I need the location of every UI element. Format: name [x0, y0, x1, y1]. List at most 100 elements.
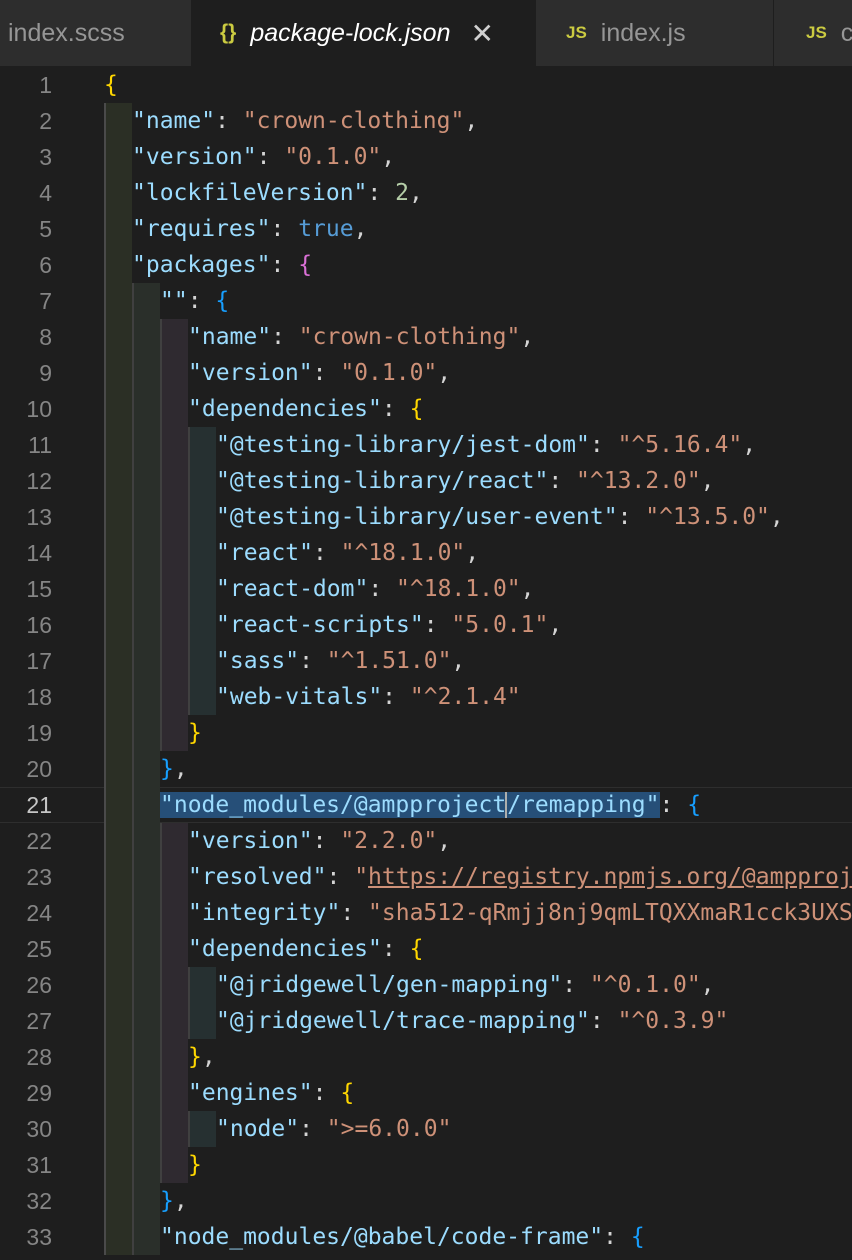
code-text: }, — [160, 1183, 188, 1219]
code-text: "dependencies": { — [188, 931, 423, 967]
code-line[interactable]: 8 "name": "crown-clothing", — [0, 319, 852, 355]
indent-guide — [132, 823, 160, 859]
code-token: } — [160, 756, 174, 782]
code-line[interactable]: 30 "node": ">=6.0.0" — [0, 1111, 852, 1147]
code-line[interactable]: 4 "lockfileVersion": 2, — [0, 175, 852, 211]
code-token: "react" — [216, 540, 313, 566]
code-line[interactable]: 12 "@testing-library/react": "^13.2.0", — [0, 463, 852, 499]
code-line[interactable]: 3 "version": "0.1.0", — [0, 139, 852, 175]
tab-4[interactable]: JS c — [774, 0, 852, 66]
code-line[interactable]: 15 "react-dom": "^18.1.0", — [0, 571, 852, 607]
code-token: "node_modules/@babel/code-frame" — [160, 1224, 604, 1250]
code-token: { — [409, 936, 424, 962]
code-line[interactable]: 5 "requires": true, — [0, 211, 852, 247]
code-line[interactable]: 31} — [0, 1147, 852, 1183]
code-line[interactable]: 7 "": { — [0, 283, 852, 319]
indent-guide — [104, 499, 132, 535]
code-token: : — [326, 864, 355, 890]
code-token: } — [188, 1044, 202, 1070]
indent-guide — [160, 427, 188, 463]
indent-guide — [160, 355, 188, 391]
code-token: , — [742, 432, 757, 458]
indent-guide — [160, 499, 188, 535]
code-token: "sha512-qRmjj8nj9qmLTQXXmaR1cck3UXSRMPrb… — [368, 900, 852, 926]
close-icon[interactable]: ✕ — [470, 17, 493, 50]
tab-3[interactable]: JS index.js — [536, 0, 774, 66]
code-token: "@testing-library/user-event" — [216, 504, 618, 530]
code-token: , — [353, 216, 368, 242]
indent-guide — [104, 1003, 132, 1039]
code-token: { — [215, 288, 230, 314]
code-token: { — [104, 72, 118, 98]
line-number: 19 — [26, 720, 52, 746]
indent-guide — [132, 463, 160, 499]
indent-guide — [132, 1075, 160, 1111]
code-line[interactable]: 20}, — [0, 751, 852, 787]
code-line[interactable]: 2 "name": "crown-clothing", — [0, 103, 852, 139]
code-line[interactable]: 33 "node_modules/@babel/code-frame": { — [0, 1219, 852, 1255]
code-token: "node_modules/@ampproject — [160, 792, 507, 818]
code-line[interactable]: 18 "web-vitals": "^2.1.4" — [0, 679, 852, 715]
code-text: "@testing-library/react": "^13.2.0", — [216, 463, 715, 499]
indent-guide — [104, 283, 132, 319]
json-icon: {} — [220, 21, 237, 44]
code-line[interactable]: 1{ — [0, 67, 852, 103]
indent-guide — [132, 751, 160, 787]
code-token: "engines" — [188, 1080, 313, 1106]
line-number: 20 — [26, 756, 52, 782]
code-line[interactable]: 16 "react-scripts": "5.0.1", — [0, 607, 852, 643]
code-text: "requires": true, — [132, 211, 367, 247]
code-editor[interactable]: 1{2 "name": "crown-clothing", 3 "version": … — [0, 66, 852, 1260]
code-line[interactable]: 9 "version": "0.1.0", — [0, 355, 852, 391]
code-line[interactable]: 22 "version": "2.2.0", — [0, 823, 852, 859]
code-text: } — [188, 1147, 202, 1183]
indent-guide — [160, 1111, 188, 1147]
code-line[interactable]: 19} — [0, 715, 852, 751]
code-token: "crown-clothing" — [242, 108, 465, 134]
code-line[interactable]: 10 "dependencies": { — [0, 391, 852, 427]
code-line[interactable]: 11 "@testing-library/jest-dom": "^5.16.4"… — [0, 427, 852, 463]
code-line[interactable]: 23 "resolved": "https://registry.npmjs.or… — [0, 859, 852, 895]
code-line[interactable]: 21 "node_modules/@ampproject/remapping": … — [0, 787, 852, 823]
code-line[interactable]: 14 "react": "^18.1.0", — [0, 535, 852, 571]
indent-guide — [132, 607, 160, 643]
code-line[interactable]: 25 "dependencies": { — [0, 931, 852, 967]
code-line[interactable]: 28}, — [0, 1039, 852, 1075]
code-token: "2.2.0" — [340, 828, 438, 854]
code-token: "sass" — [216, 648, 300, 674]
code-line[interactable]: 13 "@testing-library/user-event": "^13.5.… — [0, 499, 852, 535]
code-line[interactable]: 24 "integrity": "sha512-qRmjj8nj9qmLTQXXm… — [0, 895, 852, 931]
code-line[interactable]: 17 "sass": "^1.51.0", — [0, 643, 852, 679]
code-line[interactable]: 32}, — [0, 1183, 852, 1219]
code-token: , — [201, 1044, 216, 1070]
code-token: } — [188, 1152, 202, 1178]
code-line[interactable]: 26 "@jridgewell/gen-mapping": "^0.1.0", — [0, 967, 852, 1003]
line-number: 14 — [26, 540, 52, 566]
code-line[interactable]: 27 "@jridgewell/trace-mapping": "^0.3.9" — [0, 1003, 852, 1039]
indent-guide — [104, 1147, 132, 1183]
code-token: : — [381, 936, 410, 962]
tab-1[interactable]: index.scss — [0, 0, 192, 66]
line-number: 13 — [26, 504, 52, 530]
code-token: "lockfileVersion" — [132, 180, 368, 206]
line-number: 1 — [39, 72, 52, 98]
tab-bar: index.scss {} package-lock.json ✕ JS index.js… — [0, 0, 852, 66]
code-text: "name": "crown-clothing", — [188, 319, 534, 355]
line-number: 16 — [26, 612, 52, 638]
indent-guide — [132, 931, 160, 967]
tab-2[interactable]: {} package-lock.json ✕ — [192, 0, 536, 66]
line-number: 29 — [26, 1080, 52, 1106]
code-line[interactable]: 6 "packages": { — [0, 247, 852, 283]
indent-guide — [188, 535, 216, 571]
indent-guide — [104, 643, 132, 679]
code-token: : — [617, 504, 646, 530]
code-text: "node": ">=6.0.0" — [216, 1111, 451, 1147]
code-text: "web-vitals": "^2.1.4" — [216, 679, 521, 715]
code-line[interactable]: 29 "engines": { — [0, 1075, 852, 1111]
code-token: "@jridgewell/gen-mapping" — [216, 972, 563, 998]
code-token: : — [340, 900, 369, 926]
tab-label: package-lock.json — [250, 18, 451, 47]
line-number: 26 — [26, 972, 52, 998]
indent-guide — [188, 463, 216, 499]
line-number: 17 — [26, 648, 52, 674]
